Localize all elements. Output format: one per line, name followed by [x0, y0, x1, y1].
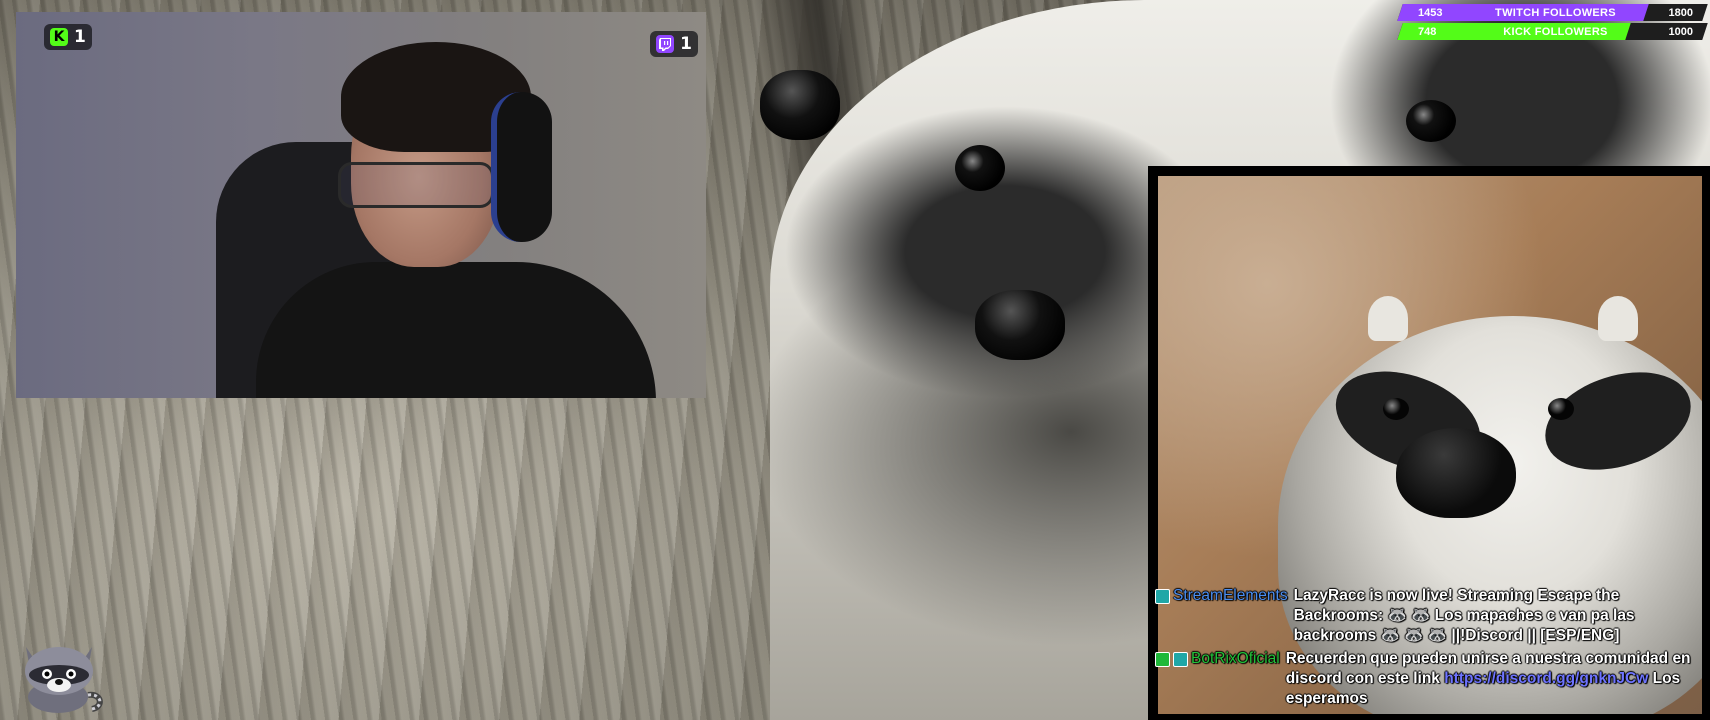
chat-message-body: Recuerden que pueden unirse a nuestra co… [1286, 649, 1705, 709]
twitch-viewer-number: 1 [680, 34, 692, 54]
background-raccoon-eye [955, 145, 1005, 191]
chat-username-group: BotRixOficial [1155, 649, 1280, 669]
twitch-followers-goal: 1453 TWITCH FOLLOWERS 1800 [1397, 4, 1708, 21]
raccoon-mascot-icon [16, 635, 106, 715]
twitch-goal-target: 1800 [1668, 6, 1693, 19]
raccoon-eye [1548, 398, 1574, 420]
stream-canvas: K 1 1 1453 TWITCH FOLLOWERS 1800 748 KIC… [0, 0, 1710, 720]
bot-badge-icon [1155, 588, 1170, 604]
raccoon-ear [1368, 296, 1408, 341]
streamer-hoodie [256, 262, 656, 398]
chat-message: StreamElements LazyRacc is now live! Str… [1155, 586, 1705, 646]
kick-logo-icon: K [50, 28, 68, 46]
chat-username-group: StreamElements [1155, 586, 1288, 606]
chat-username: BotRixOficial [1191, 650, 1280, 667]
kick-followers-goal: 748 KICK FOLLOWERS 1000 [1397, 23, 1708, 40]
streamer-glasses [338, 162, 494, 208]
kick-goal-current: 748 [1418, 25, 1437, 38]
chat-username: StreamElements [1173, 587, 1288, 604]
streamer-headphones [491, 92, 552, 242]
follower-goals: 1453 TWITCH FOLLOWERS 1800 748 KICK FOLL… [1397, 4, 1708, 42]
twitch-goal-label: TWITCH FOLLOWERS [1495, 6, 1616, 19]
raccoon-ear [1598, 296, 1638, 341]
twitch-goal-current: 1453 [1418, 6, 1443, 19]
kick-goal-label: KICK FOLLOWERS [1503, 25, 1608, 38]
webcam-feed: K 1 1 [16, 12, 706, 398]
kick-viewer-count: K 1 [44, 24, 92, 50]
twitch-viewer-count: 1 [650, 31, 698, 57]
background-raccoon-nose [975, 290, 1065, 360]
chat-message: BotRixOficial Recuerden que pueden unirs… [1155, 649, 1705, 709]
bot-badge-icon [1173, 651, 1188, 667]
twitch-logo-icon [656, 35, 675, 53]
kick-viewer-number: 1 [74, 27, 86, 47]
moderator-badge-icon [1155, 651, 1170, 667]
kick-goal-target: 1000 [1668, 25, 1693, 38]
background-raccoon-eye [1406, 100, 1456, 142]
chat-message-text: LazyRacc is now live! Streaming Escape t… [1293, 587, 1635, 644]
discord-link[interactable]: https://discord.gg/gnknJCw [1444, 670, 1648, 687]
raccoon-nose [1396, 428, 1516, 518]
chat-overlay: StreamElements LazyRacc is now live! Str… [1155, 586, 1705, 712]
background-raccoon-nose [760, 70, 840, 140]
raccoon-eye [1383, 398, 1409, 420]
